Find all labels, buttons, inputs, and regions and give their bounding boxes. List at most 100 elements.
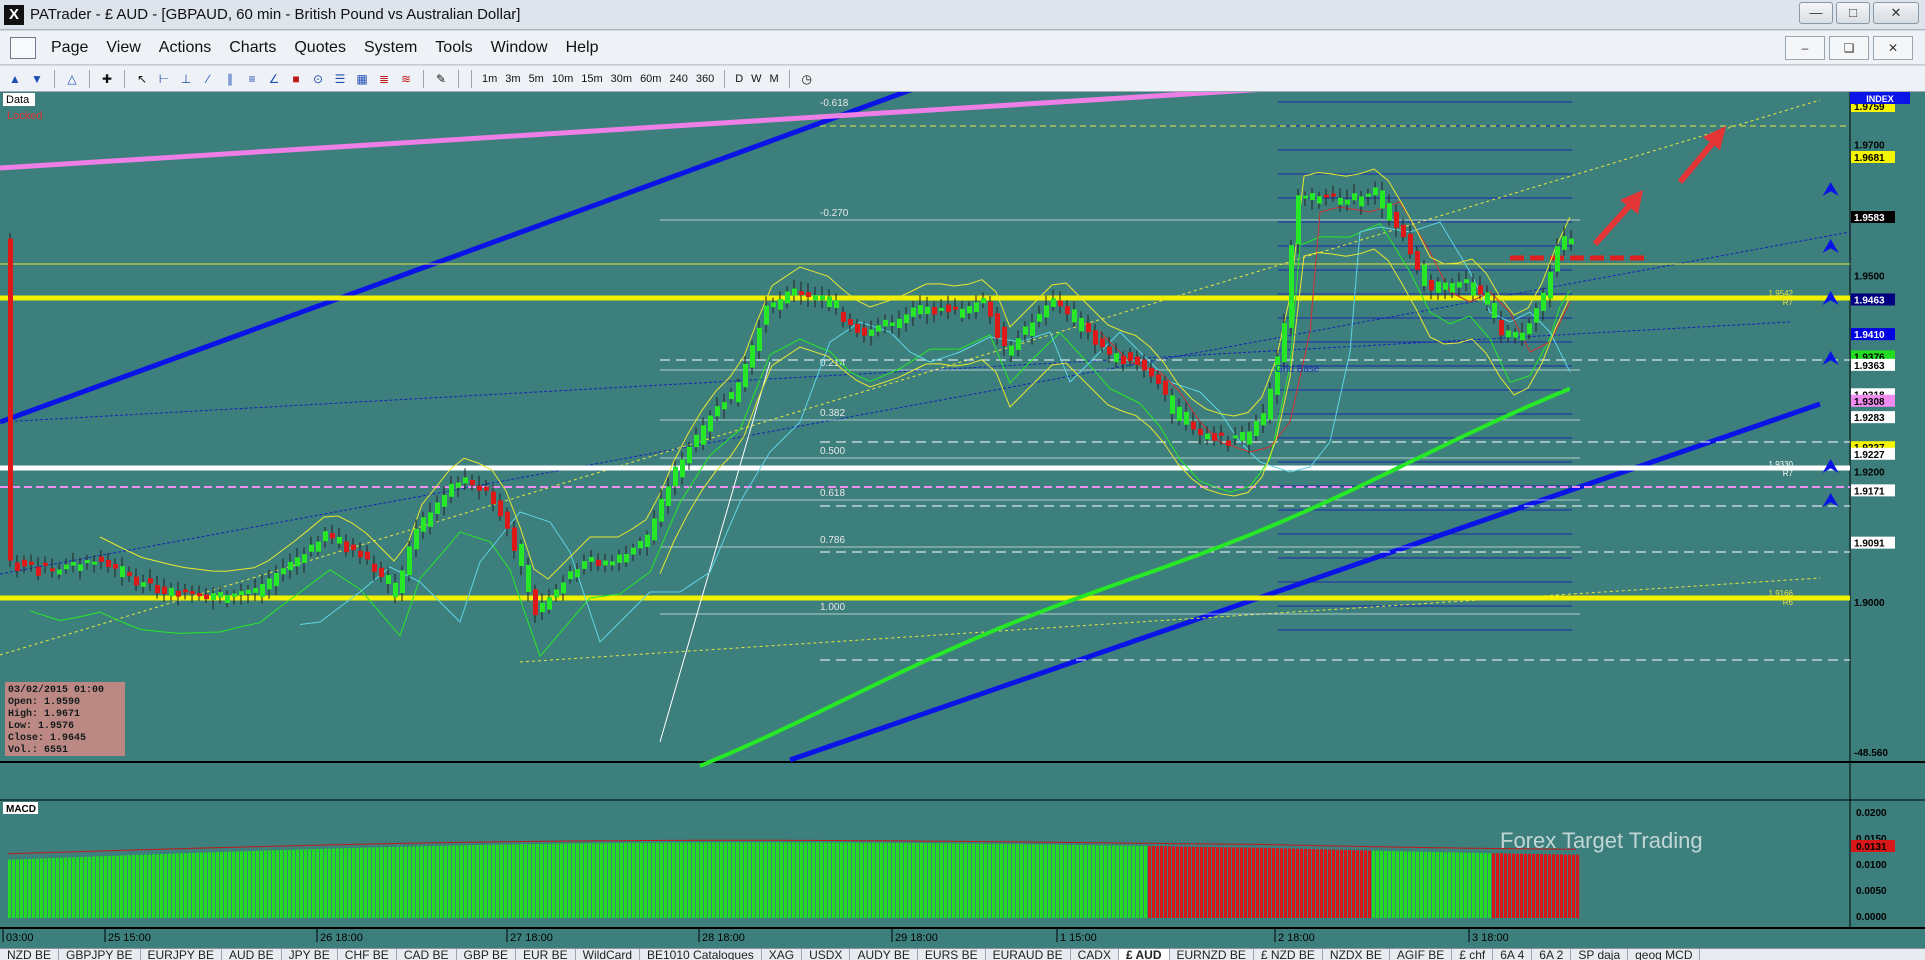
chart-tab[interactable]: EURAUD BE — [986, 949, 1071, 960]
pointer-icon[interactable]: ↖ — [132, 70, 152, 88]
price-chart[interactable]: -0.618-0.2700.2140.3820.5000.6180.7861.0… — [0, 92, 1925, 948]
chart-tab[interactable]: JPY BE — [282, 949, 338, 960]
document-controls: – ❏ ✕ — [1785, 36, 1913, 60]
fibonacci-icon[interactable]: ≡ — [242, 70, 262, 88]
gann-icon[interactable]: ⊙ — [308, 70, 328, 88]
chart-type-icon[interactable]: △ — [62, 70, 82, 88]
chart-tab[interactable]: EURS BE — [918, 949, 986, 960]
chart-tab[interactable]: CAD BE — [397, 949, 457, 960]
macd-bar — [1488, 853, 1491, 918]
chart-tab[interactable]: geog MCD — [1628, 949, 1701, 960]
candle-bearish — [1135, 356, 1140, 365]
chart-tab[interactable]: GBPJPY BE — [59, 949, 141, 960]
chart-tab[interactable]: 6A 2 — [1532, 949, 1572, 960]
candle-bullish — [1380, 190, 1385, 209]
price-label: 1.9308 — [1851, 394, 1895, 408]
timeframe-monthly[interactable]: M — [766, 73, 783, 85]
chart-tab[interactable]: USDX — [802, 949, 851, 960]
menu-help[interactable]: Help — [557, 39, 608, 57]
chart-tab[interactable]: AUD BE — [222, 949, 282, 960]
maximize-button[interactable]: □ — [1836, 2, 1870, 24]
chart-tab[interactable]: EURJPY BE — [141, 949, 222, 960]
alert-icon[interactable]: ≋ — [396, 70, 416, 88]
menu-actions[interactable]: Actions — [150, 39, 220, 57]
timeframe-240[interactable]: 240 — [665, 73, 691, 85]
timeframe-30m[interactable]: 30m — [607, 73, 636, 85]
macd-bar — [160, 854, 163, 918]
macd-bar — [1312, 849, 1315, 918]
chart-tab[interactable]: £ AUD — [1118, 949, 1170, 960]
doc-minimize-button[interactable]: – — [1785, 36, 1825, 60]
macd-bar — [1136, 845, 1139, 918]
grid-icon[interactable]: ▦ — [352, 70, 372, 88]
chart-tab[interactable]: EURNZD BE — [1170, 949, 1254, 960]
macd-bar — [700, 842, 703, 918]
chart-tab[interactable]: NZDX BE — [1323, 949, 1390, 960]
info-high: High: 1.9671 — [8, 709, 81, 720]
move-up-icon[interactable]: ▲ — [5, 70, 25, 88]
chart-area[interactable]: -0.618 -0.270 0.214 0.382 0.500 0.618 0.786 1.0… — [0, 92, 1925, 960]
candle-bearish — [1065, 306, 1070, 315]
chart-tab[interactable]: CHF BE — [338, 949, 397, 960]
chart-tab[interactable]: BE1010 Catalogues — [640, 949, 762, 960]
chart-tab[interactable]: £ NZD BE — [1254, 949, 1323, 960]
chart-tab[interactable]: NZD BE — [0, 949, 60, 960]
minimize-button[interactable]: — — [1799, 2, 1833, 24]
candle-bullish — [260, 583, 265, 597]
chart-tab[interactable]: GBP BE — [457, 949, 516, 960]
menu-system[interactable]: System — [355, 39, 426, 57]
candle-bullish — [1177, 406, 1182, 421]
doc-close-button[interactable]: ✕ — [1873, 36, 1913, 60]
trendline-icon[interactable]: ∕ — [198, 70, 218, 88]
menu-quotes[interactable]: Quotes — [285, 39, 355, 57]
timeframe-5m[interactable]: 5m — [525, 73, 548, 85]
timeframe-10m[interactable]: 10m — [548, 73, 577, 85]
menu-view[interactable]: View — [97, 39, 149, 57]
close-button[interactable]: ✕ — [1873, 2, 1919, 24]
timeframe-3m[interactable]: 3m — [501, 73, 524, 85]
move-down-icon[interactable]: ▼ — [27, 70, 47, 88]
chart-window-icon[interactable] — [10, 36, 36, 59]
candle-bearish — [1415, 251, 1420, 270]
candle-bullish — [722, 402, 727, 410]
chart-tab[interactable]: AUDY BE — [850, 949, 918, 960]
chart-tabs: NZD BE GBPJPY BE EURJPY BE AUD BE JPY BE CHF … — [0, 948, 1925, 960]
menu-window[interactable]: Window — [482, 39, 557, 57]
chart-tab[interactable]: EUR BE — [516, 949, 576, 960]
text-icon[interactable]: ≣ — [374, 70, 394, 88]
chart-tab[interactable]: AGIF BE — [1390, 949, 1453, 960]
fib-level-label: 0.382 — [820, 408, 845, 419]
pencil-icon[interactable]: ✎ — [431, 70, 451, 88]
macd-bar — [1452, 852, 1455, 918]
candle-bullish — [1030, 322, 1035, 336]
timeframe-daily[interactable]: D — [731, 73, 747, 85]
timeframe-15m[interactable]: 15m — [577, 73, 606, 85]
timeframe-360[interactable]: 360 — [692, 73, 718, 85]
cycle-lines-icon[interactable]: ☰ — [330, 70, 350, 88]
timeframe-60m[interactable]: 60m — [636, 73, 665, 85]
chart-tab[interactable]: CADX — [1071, 949, 1119, 960]
chart-tab[interactable]: XAG — [762, 949, 803, 960]
rectangle-icon[interactable]: ■ — [286, 70, 306, 88]
chart-tab[interactable]: £ chf — [1452, 949, 1494, 960]
clock-icon[interactable]: ◷ — [797, 70, 817, 88]
chart-tab[interactable]: WildCard — [576, 949, 640, 960]
timeframe-weekly[interactable]: W — [747, 73, 765, 85]
candle-bearish — [1478, 285, 1483, 295]
chart-tab[interactable]: 6A 4 — [1493, 949, 1533, 960]
doc-restore-button[interactable]: ❏ — [1829, 36, 1869, 60]
menu-page[interactable]: Page — [42, 39, 97, 57]
candle-bullish — [1520, 332, 1525, 341]
vertical-line-icon[interactable]: ⊥ — [176, 70, 196, 88]
menu-tools[interactable]: Tools — [426, 39, 481, 57]
macd-bar — [20, 859, 23, 918]
horizontal-line-icon[interactable]: ⊢ — [154, 70, 174, 88]
menu-charts[interactable]: Charts — [220, 39, 285, 57]
macd-bar — [752, 842, 755, 918]
timeframe-1m[interactable]: 1m — [478, 73, 501, 85]
crosshair-icon[interactable]: ✚ — [97, 70, 117, 88]
fib-fan-icon[interactable]: ∠ — [264, 70, 284, 88]
macd-bar — [292, 849, 295, 918]
chart-tab[interactable]: SP daja — [1571, 949, 1629, 960]
channel-icon[interactable]: ∥ — [220, 70, 240, 88]
